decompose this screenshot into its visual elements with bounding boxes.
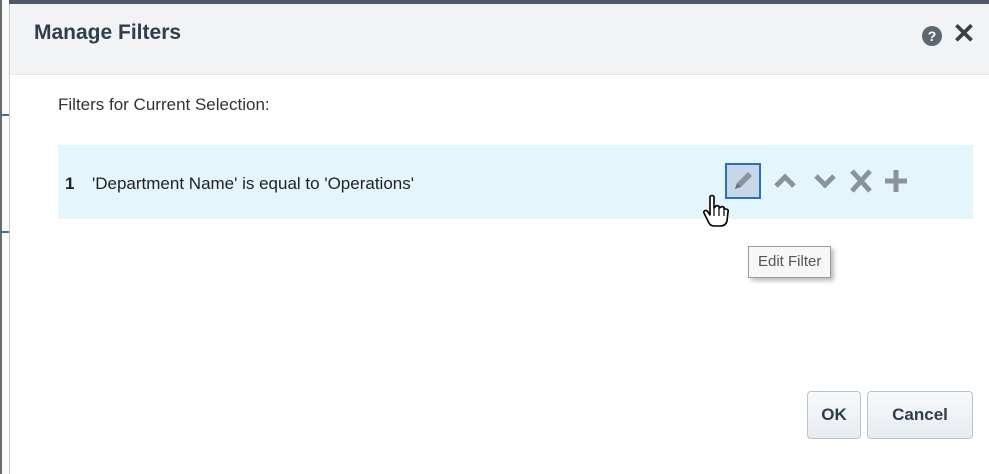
filter-row[interactable]: 1 'Department Name' is equal to 'Operati… [58,145,973,219]
add-filter-button[interactable] [881,163,911,199]
chevron-down-icon [814,174,836,189]
edit-filter-tooltip: Edit Filter [748,246,832,278]
pencil-icon [735,172,752,189]
hand-cursor-icon [703,194,730,227]
background-window-marker [0,114,9,116]
help-icon[interactable]: ? [922,26,942,46]
chevron-up-icon [774,173,796,188]
background-window-marker [0,231,9,233]
ok-button[interactable]: OK [807,391,861,439]
move-up-button[interactable] [770,163,800,199]
delete-filter-button[interactable] [846,163,876,199]
filter-number: 1 [65,174,75,193]
cancel-button[interactable]: Cancel [867,391,973,439]
close-icon[interactable]: ✕ [948,18,980,50]
dialog-header: Manage Filters ? ✕ [10,4,989,75]
plus-icon [885,170,907,192]
manage-filters-dialog: Manage Filters ? ✕ Filters for Current S… [9,4,989,474]
background-window-strip [0,0,9,474]
dialog-title: Manage Filters [34,21,182,44]
background-window-border [0,0,2,474]
filter-description: 'Department Name' is equal to 'Operation… [92,174,414,193]
filters-heading: Filters for Current Selection: [58,95,270,114]
delete-x-icon [850,169,872,193]
move-down-button[interactable] [810,163,840,199]
